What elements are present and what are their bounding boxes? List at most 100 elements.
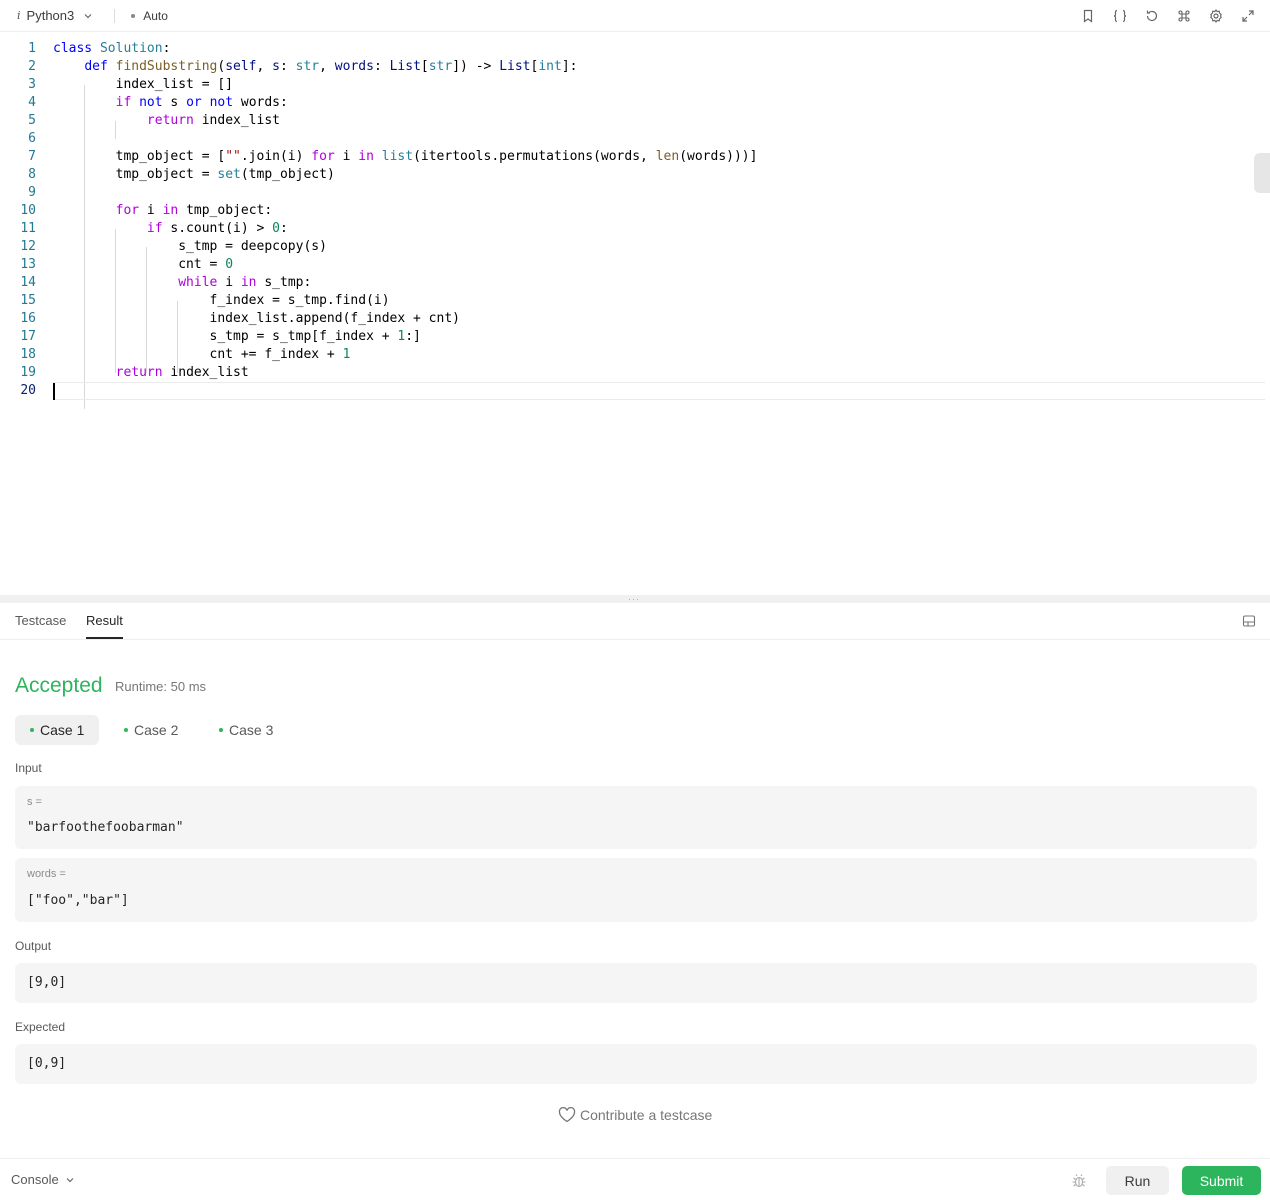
input-words-box: words = ["foo","bar"]: [15, 858, 1257, 922]
line-number: 7: [28, 149, 36, 164]
code-text: s_tmp = deepcopy(s): [53, 239, 327, 254]
result-status: Accepted: [15, 674, 103, 697]
line-number: 3: [28, 77, 36, 92]
code-line[interactable]: 9: [0, 184, 1265, 202]
expected-box: [0,9]: [15, 1044, 1257, 1084]
console-label: Console: [11, 1172, 59, 1187]
grip-icon: ···: [628, 594, 640, 604]
auto-mode[interactable]: Auto: [131, 9, 168, 23]
expand-icon: [1242, 10, 1254, 22]
language-prefix: i: [17, 9, 21, 22]
heart-icon: [558, 1107, 576, 1123]
chevron-down-icon: [66, 1177, 74, 1182]
code-line[interactable]: 8 tmp_object = set(tmp_object): [0, 166, 1265, 184]
code-line[interactable]: 11 if s.count(i) > 0:: [0, 220, 1265, 238]
format-code-button[interactable]: [1110, 6, 1130, 26]
code-line[interactable]: 2 def findSubstring(self, s: str, words:…: [0, 58, 1265, 76]
input-label: Input: [15, 761, 42, 775]
code-line[interactable]: 16 index_list.append(f_index + cnt): [0, 310, 1265, 328]
code-text: s_tmp = s_tmp[f_index + 1:]: [53, 329, 421, 344]
input-s-var: s =: [27, 796, 42, 808]
line-number: 6: [28, 131, 36, 146]
code-text: cnt += f_index + 1: [53, 347, 351, 362]
contribute-label: Contribute a testcase: [580, 1107, 713, 1123]
case-label: Case 2: [134, 722, 179, 738]
case-label: Case 1: [40, 722, 85, 738]
code-text: if s.count(i) > 0:: [146, 221, 288, 236]
tab-result[interactable]: Result: [86, 613, 123, 639]
run-button[interactable]: Run: [1106, 1166, 1169, 1195]
code-text: for i in tmp_object:: [115, 203, 273, 218]
code-line[interactable]: 10 for i in tmp_object:: [0, 202, 1265, 220]
language-label: Python3: [26, 8, 75, 23]
output-value: [9,0]: [27, 975, 67, 990]
input-s-box: s = "barfoothefoobarman": [15, 786, 1257, 849]
line-number: 12: [20, 239, 36, 254]
reset-icon: [1146, 10, 1158, 22]
code-line[interactable]: 4 if not s or not words:: [0, 94, 1265, 112]
code-text: cnt = 0: [53, 257, 234, 272]
gear-icon: [1210, 9, 1222, 23]
line-number: 10: [20, 203, 36, 218]
code-text: index_list.append(f_index + cnt): [53, 311, 460, 326]
line-number: 17: [20, 329, 36, 344]
code-line[interactable]: 18 cnt += f_index + 1: [0, 346, 1265, 364]
input-words-var: words =: [27, 868, 66, 880]
reset-code-button[interactable]: [1142, 6, 1162, 26]
text-cursor: [53, 383, 55, 400]
code-line[interactable]: 17 s_tmp = s_tmp[f_index + 1:]: [0, 328, 1265, 346]
code-text: while i in s_tmp:: [178, 275, 312, 290]
code-line[interactable]: 12 s_tmp = deepcopy(s): [0, 238, 1265, 256]
case-tab-3[interactable]: Case 3: [204, 715, 288, 745]
code-line[interactable]: 1 class Solution:: [0, 40, 1265, 58]
code-line[interactable]: 3 index_list = []: [0, 76, 1265, 94]
shortcuts-button[interactable]: [1174, 6, 1194, 26]
bottom-bar: Console Run Submit: [0, 1158, 1270, 1200]
line-number: 1: [28, 41, 36, 56]
code-line[interactable]: 7 tmp_object = ["".join(i) for i in list…: [0, 148, 1265, 166]
case-tab-1[interactable]: Case 1: [15, 715, 100, 745]
line-number: 9: [28, 185, 36, 200]
language-selector[interactable]: i Python3: [17, 8, 94, 23]
code-line[interactable]: 19 return index_list: [0, 364, 1265, 382]
code-line[interactable]: 5 return index_list: [0, 112, 1265, 130]
line-number: 4: [28, 95, 36, 110]
code-editor[interactable]: 1 class Solution: 2 def findSubstring(self…: [0, 32, 1270, 595]
fullscreen-button[interactable]: [1238, 6, 1258, 26]
auto-dot-icon: [131, 13, 136, 18]
chevron-down-icon: [84, 13, 92, 18]
code-text: return index_list: [146, 113, 280, 128]
console-toggle[interactable]: Console: [11, 1172, 75, 1187]
tab-testcase[interactable]: Testcase: [15, 613, 66, 628]
code-line[interactable]: 14 while i in s_tmp:: [0, 274, 1265, 292]
output-box: [9,0]: [15, 963, 1257, 1003]
line-number: 5: [28, 113, 36, 128]
settings-button[interactable]: [1206, 6, 1226, 26]
expected-value: [0,9]: [27, 1056, 67, 1071]
contribute-testcase-link[interactable]: Contribute a testcase: [558, 1107, 712, 1123]
line-number: 8: [28, 167, 36, 182]
line-number: 14: [20, 275, 36, 290]
side-panel-handle[interactable]: [1254, 153, 1270, 193]
code-text: if not s or not words:: [115, 95, 288, 110]
debug-icon[interactable]: [1071, 1173, 1087, 1189]
line-number: 13: [20, 257, 36, 272]
result-tabs: Testcase Result: [0, 603, 1270, 640]
code-line[interactable]: 6: [0, 130, 1265, 148]
passed-dot-icon: [219, 728, 223, 732]
case-tab-2[interactable]: Case 2: [109, 715, 193, 745]
submit-button[interactable]: Submit: [1182, 1166, 1261, 1195]
line-number: 20: [20, 383, 36, 398]
code-line[interactable]: 15 f_index = s_tmp.find(i): [0, 292, 1265, 310]
line-number: 15: [20, 293, 36, 308]
code-text: index_list = []: [53, 77, 234, 92]
output-label: Output: [15, 939, 52, 953]
code-line[interactable]: 13 cnt = 0: [0, 256, 1265, 274]
line-number: 18: [20, 347, 36, 362]
divider: [114, 8, 116, 23]
input-s-value: "barfoothefoobarman": [27, 820, 184, 835]
layout-icon[interactable]: [1242, 614, 1256, 628]
bookmark-button[interactable]: [1078, 6, 1098, 26]
case-label: Case 3: [229, 722, 274, 738]
braces-icon: [1113, 9, 1127, 23]
